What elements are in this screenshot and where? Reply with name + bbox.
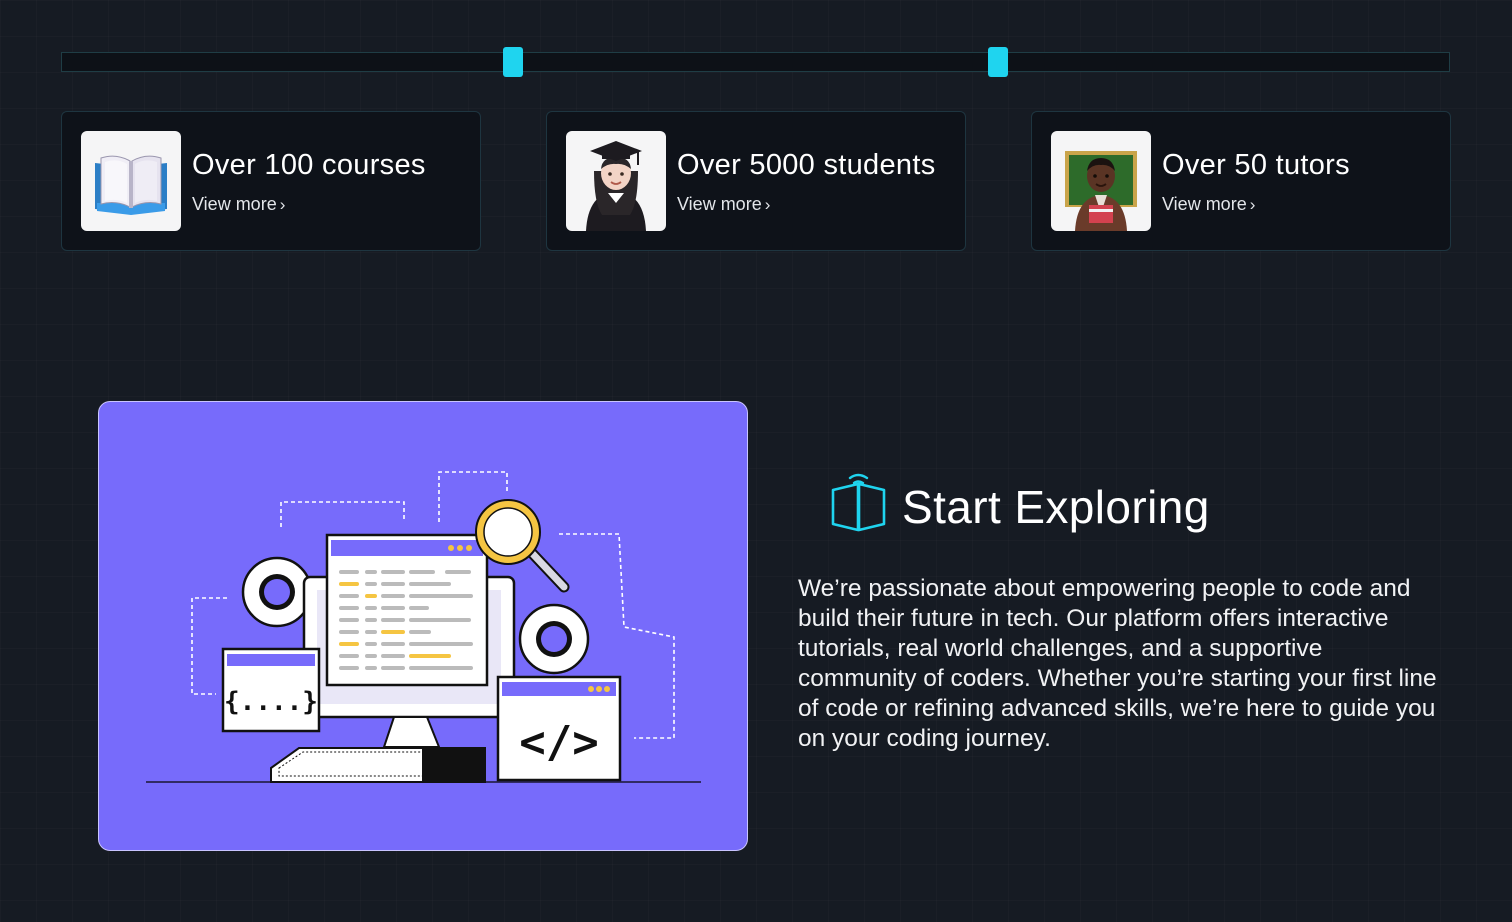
braces-code-symbol: {....}	[224, 687, 318, 717]
stat-card-title: Over 50 tutors	[1162, 149, 1350, 181]
explore-heading: Start Exploring	[902, 481, 1210, 533]
stat-card-title: Over 5000 students	[677, 149, 936, 181]
chevron-right-icon: ›	[279, 195, 286, 214]
stat-card-students[interactable]: Over 5000 students View more ›	[546, 111, 966, 251]
stat-card-tutors[interactable]: Over 50 tutors View more ›	[1031, 111, 1451, 251]
html-tag-code-symbol: </>	[519, 717, 598, 768]
gear-icon	[241, 556, 313, 628]
chevron-right-icon: ›	[764, 195, 771, 214]
teacher-icon	[1051, 131, 1151, 231]
coding-illustration: {....} </>	[98, 401, 748, 851]
open-book-icon	[81, 131, 181, 231]
range-slider-track[interactable]	[61, 47, 1450, 77]
book-wifi-icon	[831, 473, 886, 532]
range-slider-max-handle[interactable]	[988, 47, 1008, 77]
graduate-student-icon	[566, 131, 666, 231]
gear-icon	[518, 603, 590, 675]
magnifier-icon	[475, 499, 570, 593]
view-more-link[interactable]: View more ›	[192, 194, 285, 215]
view-more-link[interactable]: View more ›	[1162, 194, 1255, 215]
explore-description: We’re passionate about empowering people…	[798, 575, 1437, 752]
stat-card-title: Over 100 courses	[192, 149, 426, 181]
range-slider-min-handle[interactable]	[503, 47, 523, 77]
view-more-link[interactable]: View more ›	[677, 194, 770, 215]
stat-card-courses[interactable]: Over 100 courses View more ›	[61, 111, 481, 251]
chevron-right-icon: ›	[1249, 195, 1256, 214]
